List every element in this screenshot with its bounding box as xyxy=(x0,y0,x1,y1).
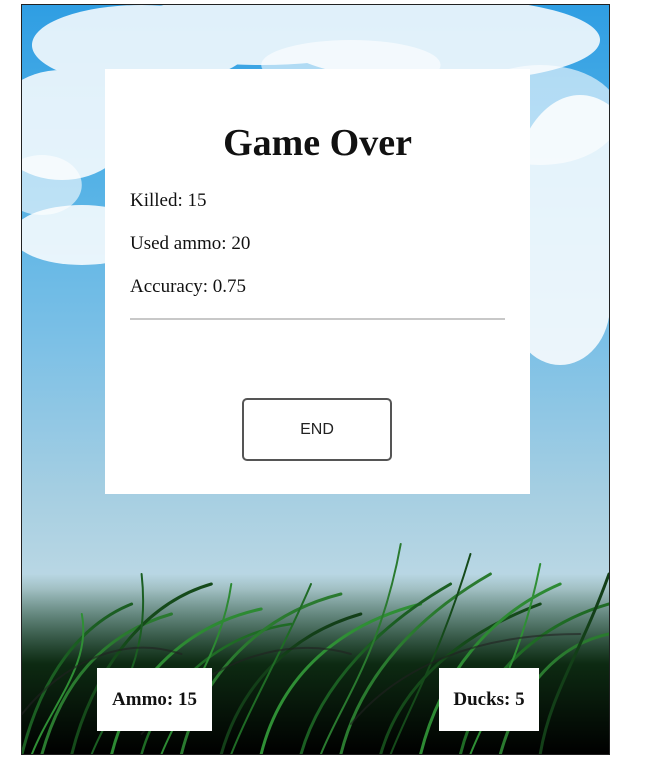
ammo-counter: Ammo: 15 xyxy=(97,668,212,731)
end-button[interactable]: END xyxy=(242,398,392,461)
killed-stat: Killed: 15 xyxy=(130,190,207,211)
used-ammo-stat: Used ammo: 20 xyxy=(130,233,251,254)
accuracy-stat: Accuracy: 0.75 xyxy=(130,276,247,297)
dialog-divider xyxy=(130,318,505,320)
dialog-title: Game Over xyxy=(223,122,412,164)
game-canvas[interactable]: Game Over Killed: 15 Used ammo: 20 Accur… xyxy=(21,4,610,755)
ducks-counter: Ducks: 5 xyxy=(439,668,539,731)
game-over-dialog: Game Over Killed: 15 Used ammo: 20 Accur… xyxy=(105,69,530,494)
